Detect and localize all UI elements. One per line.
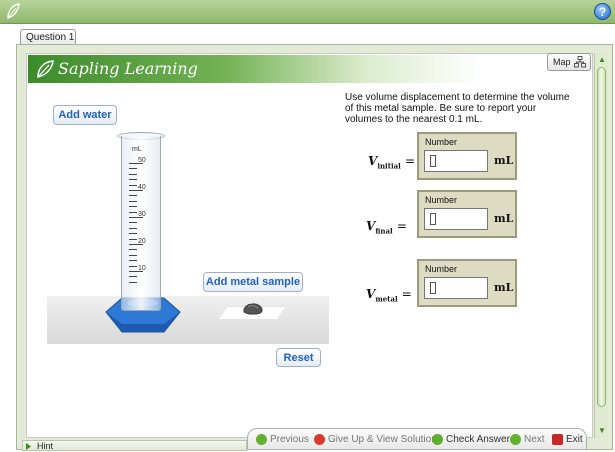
v-initial-input[interactable]	[424, 150, 488, 172]
top-toolbar: ?	[0, 0, 615, 24]
text-cursor	[430, 213, 436, 225]
v-symbol: V	[366, 287, 376, 301]
v-final-label: Vfinal =	[366, 219, 407, 235]
v-subscript: final	[375, 226, 393, 236]
unit-label: mL	[494, 212, 514, 225]
unit-label: mL	[494, 154, 514, 167]
equals-sign: =	[405, 154, 416, 168]
leaf-logo-icon	[7, 3, 20, 19]
add-metal-sample-button[interactable]: Add metal sample	[203, 272, 303, 292]
cylinder-unit-label: mL	[132, 146, 142, 153]
equals-sign: =	[401, 287, 412, 301]
v-subscript: initial	[377, 161, 401, 171]
lab-bench	[47, 296, 329, 344]
map-label: Map	[553, 57, 571, 67]
exit-icon	[552, 434, 563, 445]
cylinder-tick-minor	[129, 212, 137, 213]
exit-button[interactable]: Exit	[566, 434, 583, 445]
bottom-navigation-bar: Previous Give Up & View Solution Check A…	[247, 428, 587, 450]
check-answer-button[interactable]: Check Answer	[446, 434, 510, 445]
give-up-icon	[314, 434, 325, 445]
v-final-field-box: Number mL	[417, 190, 517, 238]
cylinder-tick-minor	[129, 239, 137, 240]
equals-sign: =	[396, 219, 407, 233]
tab-question-1[interactable]: Question 1	[20, 29, 76, 45]
cylinder-tick-label: 40	[138, 184, 146, 191]
banner-title: Sapling Learning	[58, 59, 198, 78]
cylinder-tick-minor	[129, 195, 137, 196]
v-metal-field-box: Number mL	[417, 259, 517, 307]
scroll-down-icon[interactable]: ▼	[596, 426, 608, 436]
text-cursor	[430, 282, 436, 294]
reset-button[interactable]: Reset	[276, 348, 321, 367]
cylinder-tick-minor	[129, 260, 137, 261]
vertical-scrollbar[interactable]: ▲ ▼	[594, 53, 608, 438]
cylinder-tick-minor	[129, 206, 137, 207]
field-title: Number	[425, 264, 458, 274]
hint-label: Hint	[37, 441, 54, 451]
cylinder-tick-minor	[129, 255, 137, 256]
cylinder-tick-minor	[129, 228, 137, 229]
unit-label: mL	[494, 281, 514, 294]
cylinder-tick-label: 50	[138, 157, 146, 164]
field-title: Number	[425, 195, 458, 205]
metal-sample-icon[interactable]	[242, 302, 264, 316]
map-button[interactable]: Map	[547, 53, 591, 71]
v-metal-input[interactable]	[424, 277, 488, 299]
check-answer-icon	[432, 434, 443, 445]
next-button[interactable]: Next	[524, 434, 545, 445]
cylinder-tick-minor	[129, 249, 137, 250]
v-initial-field-box: Number mL	[417, 132, 517, 180]
cylinder-tick-minor	[129, 266, 137, 267]
cylinder-tick-label: 20	[138, 238, 146, 245]
v-symbol: V	[368, 154, 378, 168]
help-icon[interactable]: ?	[594, 3, 611, 20]
cylinder-tick-minor	[129, 185, 137, 186]
map-icon	[574, 56, 586, 68]
cylinder-tick-label: 30	[138, 211, 146, 218]
give-up-view-solution-button[interactable]: Give Up & View Solution	[328, 434, 437, 445]
previous-button[interactable]: Previous	[270, 434, 309, 445]
hint-toggle[interactable]: Hint	[22, 440, 247, 451]
cylinder-tick-minor	[129, 174, 137, 175]
scroll-up-icon[interactable]: ▲	[596, 55, 608, 65]
text-cursor	[430, 155, 436, 167]
add-water-button[interactable]: Add water	[53, 105, 117, 125]
hint-bulb-icon	[26, 443, 31, 450]
v-initial-label: Vinitial =	[368, 154, 415, 170]
cylinder-tick-minor	[129, 222, 137, 223]
scroll-thumb[interactable]	[597, 67, 606, 407]
cylinder-tick-minor	[129, 201, 137, 202]
v-final-input[interactable]	[424, 208, 488, 230]
cylinder-tick-minor	[129, 282, 137, 283]
cylinder-tick-minor	[129, 276, 137, 277]
cylinder-tick-minor	[129, 168, 137, 169]
cylinder-tick-minor	[129, 233, 137, 234]
leaf-logo-icon	[37, 60, 54, 78]
previous-icon	[256, 434, 267, 445]
field-title: Number	[425, 137, 458, 147]
next-icon	[510, 434, 521, 445]
cylinder-tick-minor	[129, 179, 137, 180]
cylinder-tick-label: 10	[138, 265, 146, 272]
v-subscript: metal	[375, 294, 398, 304]
sapling-banner: Sapling Learning	[28, 55, 592, 83]
question-instructions: Use volume displacement to determine the…	[345, 92, 570, 125]
v-metal-label: Vmetal =	[366, 287, 412, 303]
app-window: ? Question 1 ▲ ▼ Sapling Learning Map Ad…	[0, 0, 615, 452]
v-symbol: V	[366, 219, 376, 233]
